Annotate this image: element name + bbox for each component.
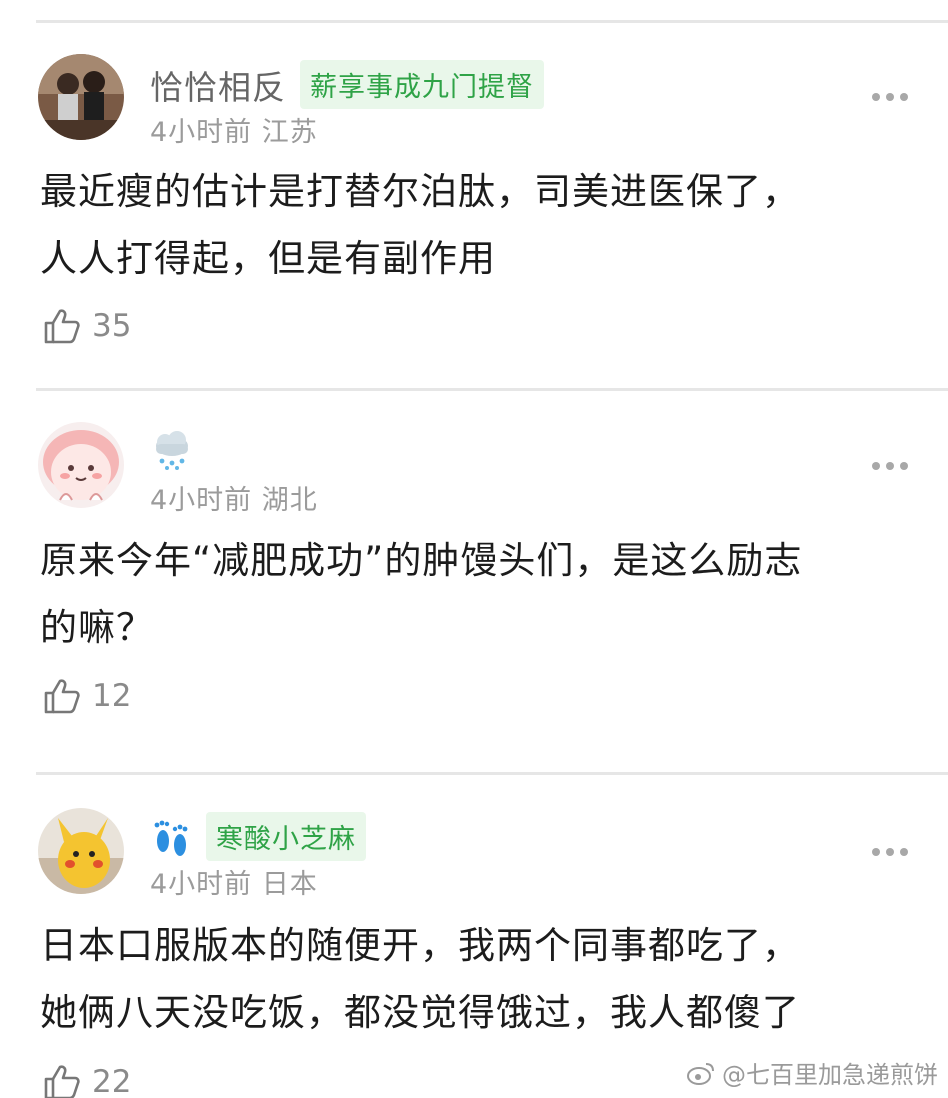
- like-button[interactable]: 12: [42, 676, 131, 716]
- comment-time: 4小时前: [150, 117, 253, 148]
- comment-text-line: 原来今年“减肥成功”的肿馒头们，是这么励志: [40, 539, 803, 582]
- thumbs-up-icon: [44, 679, 80, 714]
- comment-text-line: 最近瘦的估计是打替尔泊肽，司美进医保了，: [40, 170, 800, 213]
- watermark: @七百里加急递煎饼: [686, 1055, 938, 1090]
- username[interactable]: 恰恰相反: [150, 61, 286, 109]
- comment-location: 湖北: [261, 485, 318, 516]
- comment-text: 最近瘦的估计是打替尔泊肽，司美进医保了， 人人打得起，但是有副作用: [40, 158, 900, 292]
- avatar[interactable]: [38, 422, 124, 508]
- comment-text-line: 她俩八天没吃饭，都没觉得饿过，我人都傻了: [40, 991, 800, 1034]
- comment-time: 4小时前: [150, 869, 253, 900]
- more-options-icon[interactable]: [872, 848, 908, 856]
- divider: [36, 20, 948, 23]
- more-options-icon[interactable]: [872, 93, 908, 101]
- comment-meta: 4小时前 湖北: [150, 478, 318, 517]
- thumbs-up-icon: [44, 309, 80, 344]
- comment-location: 日本: [261, 869, 318, 900]
- divider: [36, 772, 948, 775]
- snow-cloud-icon: [156, 431, 188, 470]
- avatar[interactable]: [38, 808, 124, 894]
- like-count: 12: [92, 678, 132, 714]
- comment-text-line: 的嘛？: [40, 606, 154, 649]
- thumbs-up-icon: [44, 1065, 80, 1098]
- footprints-icon: [154, 820, 188, 856]
- comment-text-line: 日本口服版本的随便开，我两个同事都吃了，: [40, 924, 800, 967]
- comment-text-line: 人人打得起，但是有副作用: [40, 237, 496, 280]
- user-badge[interactable]: 寒酸小芝麻: [206, 812, 366, 861]
- name-row: 恰恰相反 薪享事成九门提督: [150, 60, 544, 109]
- more-options-icon[interactable]: [872, 462, 908, 470]
- comment-location: 江苏: [261, 117, 318, 148]
- like-count: 22: [92, 1064, 132, 1098]
- comment-meta: 4小时前 日本: [150, 862, 318, 901]
- comment-text: 原来今年“减肥成功”的肿馒头们，是这么励志 的嘛？: [40, 527, 900, 661]
- avatar[interactable]: [38, 54, 124, 140]
- name-row: 寒酸小芝麻: [150, 812, 366, 861]
- weibo-logo-icon: [687, 1062, 714, 1085]
- like-button[interactable]: 22: [42, 1062, 131, 1098]
- comment-time: 4小时前: [150, 485, 253, 516]
- user-badge[interactable]: 薪享事成九门提督: [300, 60, 544, 109]
- like-button[interactable]: 35: [42, 306, 131, 346]
- watermark-text: @七百里加急递煎饼: [722, 1061, 938, 1089]
- divider: [36, 388, 948, 391]
- name-row: [150, 430, 194, 470]
- comment-meta: 4小时前 江苏: [150, 110, 318, 149]
- comment-text: 日本口服版本的随便开，我两个同事都吃了， 她俩八天没吃饭，都没觉得饿过，我人都傻…: [40, 912, 900, 1046]
- like-count: 35: [92, 308, 132, 344]
- comment-feed: 恰恰相反 薪享事成九门提督 4小时前 江苏 最近瘦的估计是打替尔泊肽，司美进医保…: [0, 0, 948, 1098]
